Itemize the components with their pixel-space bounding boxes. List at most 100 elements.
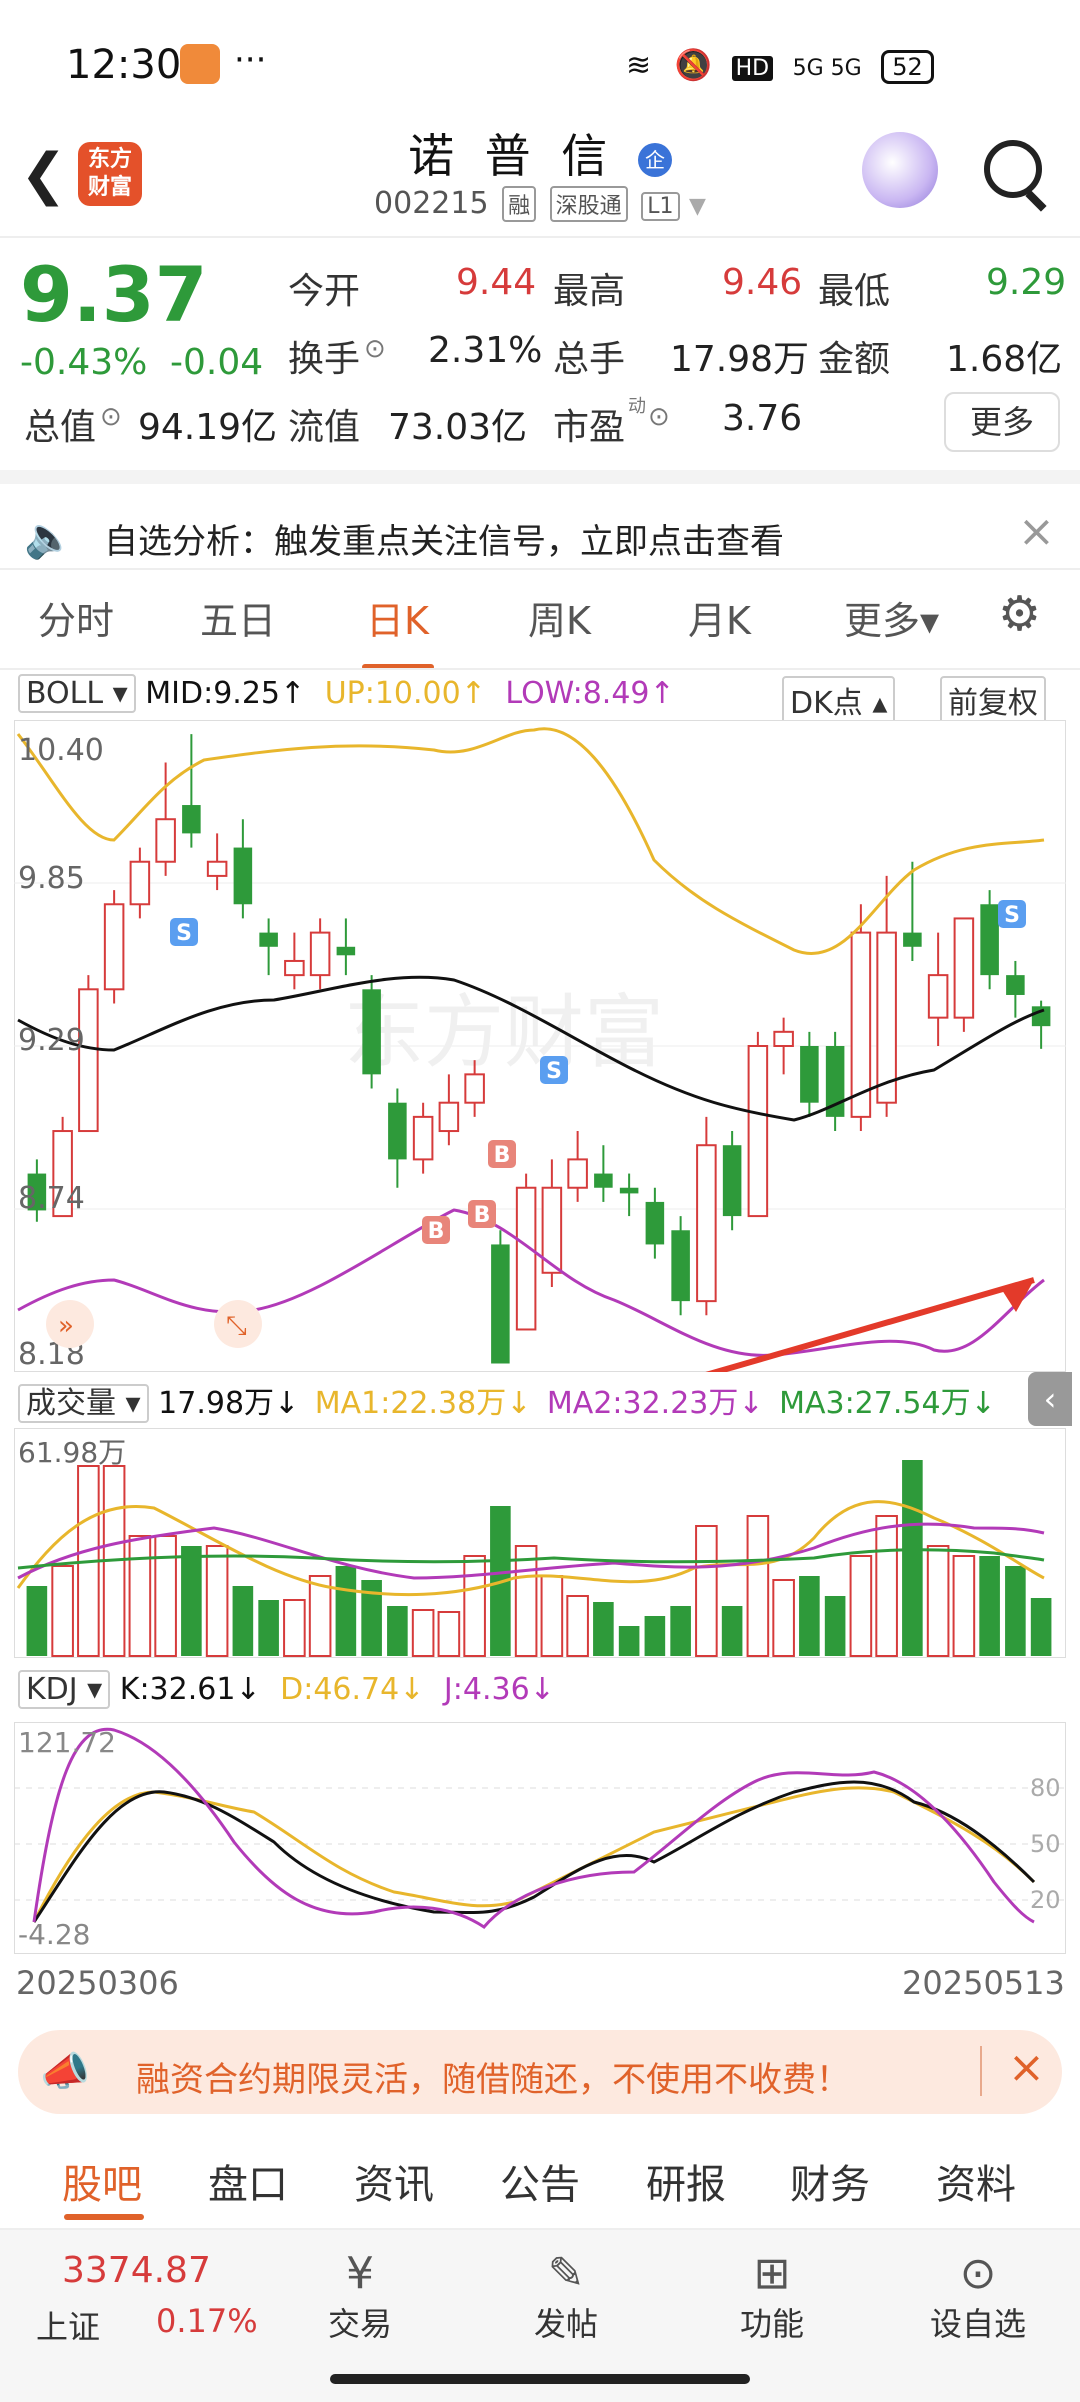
nav-functions-label: 功能 <box>739 2305 804 2343</box>
volume-selector[interactable]: 成交量 ▾ <box>18 1384 149 1423</box>
boll-selector[interactable]: BOLL ▾ <box>18 674 136 713</box>
close-icon[interactable]: × <box>1018 506 1055 557</box>
assistant-avatar[interactable] <box>862 132 938 208</box>
nav-add-watchlist[interactable]: ⊙ 设自选 <box>898 2248 1058 2345</box>
volume-bar <box>205 1545 229 1657</box>
volume-bar <box>618 1626 640 1656</box>
volume-bar <box>670 1606 691 1656</box>
candle-body <box>388 1102 407 1160</box>
mktcap-value: 94.19亿 <box>138 407 278 448</box>
notice-text: 自选分析：触发重点关注信号，立即点击查看 <box>104 522 784 562</box>
tab-five-day[interactable]: 五日 <box>200 590 276 645</box>
tag-connect: 深股通 <box>549 186 628 222</box>
kdj-d: D:46.74↓ <box>280 1672 425 1707</box>
settings-gear-icon[interactable]: ⚙ <box>998 586 1041 642</box>
volume-bar <box>1030 1598 1052 1656</box>
volume-bar <box>181 1546 202 1656</box>
kdj-selector[interactable]: KDJ ▾ <box>18 1670 111 1709</box>
info-icon[interactable]: ⊙ <box>648 402 670 432</box>
candle-body <box>78 988 99 1133</box>
volume-bar <box>593 1602 614 1656</box>
candle-body <box>927 974 949 1019</box>
more-circle-icon: ⊙ <box>959 2248 997 2299</box>
low-label: 最低 <box>818 271 891 312</box>
candle-body <box>129 860 151 906</box>
tab-order-book[interactable]: 盘口 <box>208 2152 288 2210</box>
volume-bar <box>926 1545 950 1657</box>
pe-label: 市盈 <box>553 407 626 448</box>
dropdown-icon[interactable]: ▼ <box>689 194 706 219</box>
volume-bar <box>875 1515 898 1657</box>
tab-forum[interactable]: 股吧 <box>62 2152 142 2210</box>
adjust-button[interactable]: 前复权 <box>940 676 1046 724</box>
tab-weekly-k[interactable]: 周K <box>528 590 591 645</box>
svg-text:B: B <box>428 1219 445 1244</box>
info-icon[interactable]: ⊙ <box>364 334 386 364</box>
volume-bar <box>566 1595 589 1657</box>
current-price: 9.37 <box>20 250 208 339</box>
candle-body <box>438 1101 460 1133</box>
kdj-y-top: 121.72 <box>18 1726 116 1759</box>
info-icon[interactable]: ⊙ <box>100 402 122 432</box>
index-name[interactable]: 上证 <box>36 2302 100 2348</box>
y-label-3: 9.29 <box>18 1023 85 1058</box>
nav-trade-label: 交易 <box>327 2305 392 2343</box>
turnover-value: 2.31% <box>428 330 543 371</box>
volume-bar <box>437 1611 461 1657</box>
dk-point-button[interactable]: DK点 ▴ <box>782 676 896 724</box>
promo-text: 融资合约期限灵活，随借随还，不使用不收费！ <box>136 2060 850 2100</box>
tab-monthly-k[interactable]: 月K <box>688 590 751 645</box>
tab-profile[interactable]: 资料 <box>936 2152 1016 2210</box>
kline-chart[interactable]: 东方财富 S B B B S S 10.40 9.85 9.29 8.74 8.… <box>14 720 1066 1372</box>
index-change[interactable]: 0.17% <box>156 2302 258 2340</box>
tab-research[interactable]: 研报 <box>646 2152 726 2210</box>
close-icon[interactable]: × <box>1008 2042 1045 2093</box>
search-icon[interactable] <box>984 140 1042 198</box>
volume-chart[interactable]: 61.98万 <box>14 1428 1066 1658</box>
candle-body <box>903 932 922 947</box>
volume-bar <box>540 1575 564 1657</box>
tab-daily-k[interactable]: 日K <box>366 590 429 645</box>
notification-app-icon <box>180 44 220 84</box>
tab-more[interactable]: 更多▾ <box>844 590 939 645</box>
amount-value: 1.68亿 <box>946 339 1063 380</box>
pe-dynamic-sup: 动 <box>628 396 646 417</box>
nav-post-label: 发帖 <box>533 2305 598 2343</box>
kdj-ref-50: 50 <box>1030 1830 1061 1858</box>
tag-margin: 融 <box>502 186 537 222</box>
volume-bar <box>1005 1566 1026 1656</box>
yuan-icon: ¥ <box>346 2248 374 2299</box>
svg-text:S: S <box>546 1059 562 1084</box>
candle-body <box>594 1173 613 1188</box>
tab-announcements[interactable]: 公告 <box>500 2152 580 2210</box>
volume-bar <box>258 1600 279 1656</box>
candle-body <box>412 1115 434 1161</box>
kdj-chart[interactable]: 121.72 -4.28 80 50 20 <box>14 1722 1066 1954</box>
tab-intraday[interactable]: 分时 <box>38 590 114 645</box>
mktcap-label: 总值 <box>24 407 97 448</box>
nav-trade[interactable]: ¥ 交易 <box>280 2248 440 2345</box>
boll-mid: MID:9.25↑ <box>145 676 306 711</box>
high-value: 9.46 <box>722 262 803 303</box>
candle-body <box>980 904 999 976</box>
promo-banner[interactable]: 📣 融资合约期限灵活，随借随还，不使用不收费！ × <box>18 2030 1062 2114</box>
candle-body <box>233 847 253 905</box>
volume-ma2: MA2:32.23万↓ <box>546 1386 764 1421</box>
active-bottom-tab-indicator <box>64 2214 144 2220</box>
kdj-ref-20: 20 <box>1030 1886 1061 1914</box>
nav-post[interactable]: ✎ 发帖 <box>486 2248 646 2345</box>
tab-finance[interactable]: 财务 <box>790 2152 870 2210</box>
collapse-panel-button[interactable]: ‹ <box>1028 1372 1072 1426</box>
tab-news[interactable]: 资讯 <box>354 2152 434 2210</box>
status-time: 12:30 <box>66 42 182 88</box>
y-label-4: 8.74 <box>18 1181 85 1216</box>
candle-body <box>464 1073 485 1104</box>
index-value[interactable]: 3374.87 <box>62 2250 211 2291</box>
volume-bar <box>952 1555 976 1657</box>
candle-body <box>645 1201 665 1245</box>
nav-functions[interactable]: ⊞ 功能 <box>692 2248 852 2345</box>
enterprise-badge: 企 <box>637 142 672 177</box>
candle-body <box>696 1144 717 1303</box>
more-button[interactable]: 更多 <box>944 392 1060 452</box>
y-label-top: 10.40 <box>18 733 104 768</box>
